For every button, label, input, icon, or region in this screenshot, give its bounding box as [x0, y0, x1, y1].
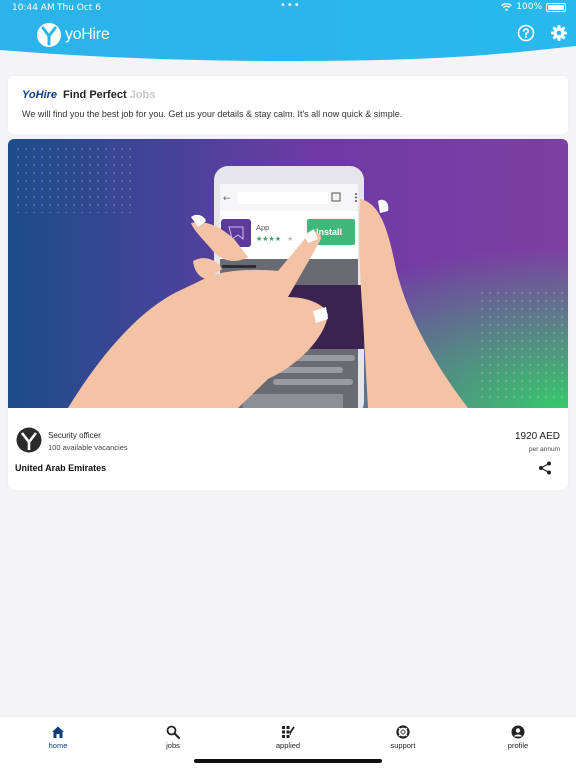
lifebuoy-icon [396, 725, 410, 739]
share-icon[interactable] [538, 461, 552, 475]
intro-card: YoHire Find Perfect Jobs We will find yo… [8, 76, 568, 134]
nav-item-support[interactable]: support [373, 725, 433, 750]
applied-icon [282, 726, 295, 738]
job-card[interactable]: ← App ★★★★ ★ Install Security officer 10… [8, 139, 568, 490]
nav-label-jobs: jobs [166, 741, 180, 750]
intro-description: We will find you the best job for you. G… [22, 109, 403, 119]
intro-headline: Find Perfect Jobs [63, 89, 155, 101]
intro-title: YoHire Find Perfect Jobs [22, 89, 155, 101]
home-indicator[interactable] [194, 759, 382, 763]
nav-item-home[interactable]: home [28, 725, 88, 750]
wifi-icon [501, 3, 513, 11]
job-salary: 1920 AED [514, 431, 560, 442]
yohire-logo-icon [37, 23, 61, 47]
svg-text:←: ← [223, 194, 231, 204]
svg-text:★: ★ [287, 235, 293, 243]
company-logo-icon [16, 427, 42, 453]
gear-icon[interactable] [550, 24, 568, 42]
banner-app-label: App [256, 223, 269, 232]
nav-label-support: support [390, 741, 416, 750]
help-circle-icon[interactable] [517, 24, 535, 42]
job-vacancies: 100 available vacancies [48, 443, 128, 452]
nav-label-applied: applied [275, 741, 301, 750]
profile-icon [511, 725, 525, 739]
status-right: 100% [501, 2, 566, 12]
intro-brand: YoHire [22, 89, 58, 101]
nav-label-profile: profile [507, 741, 529, 750]
battery-percent: 100% [516, 2, 542, 12]
job-title: Security officer [48, 431, 101, 440]
job-salary-period: per annum [528, 446, 560, 453]
intro-headline-faded: Jobs [129, 89, 156, 101]
app-logo: yoHire [36, 22, 110, 48]
search-icon [166, 725, 180, 739]
intro-headline-text: Find Perfect [63, 89, 127, 101]
nav-item-applied[interactable]: applied [258, 725, 318, 750]
app-name: yoHire [65, 26, 110, 43]
status-time: 10:44 AM [12, 3, 55, 13]
nav-item-profile[interactable]: profile [488, 725, 548, 750]
app-header: 10:44 AM Thu Oct 6 ••• 100% yoHire [0, 0, 576, 72]
status-bar: 10:44 AM Thu Oct 6 ••• 100% [0, 0, 576, 16]
job-banner-illustration: ← App ★★★★ ★ Install [8, 139, 568, 408]
nav-label-home: home [48, 741, 68, 750]
job-country: United Arab Emirates [15, 463, 107, 473]
svg-text:★★★★: ★★★★ [256, 235, 281, 243]
battery-icon [546, 2, 566, 12]
nav-item-jobs[interactable]: jobs [143, 725, 203, 750]
home-icon [52, 726, 64, 738]
status-date: Thu Oct 6 [57, 3, 101, 13]
multitask-dots-icon[interactable]: ••• [280, 0, 301, 11]
